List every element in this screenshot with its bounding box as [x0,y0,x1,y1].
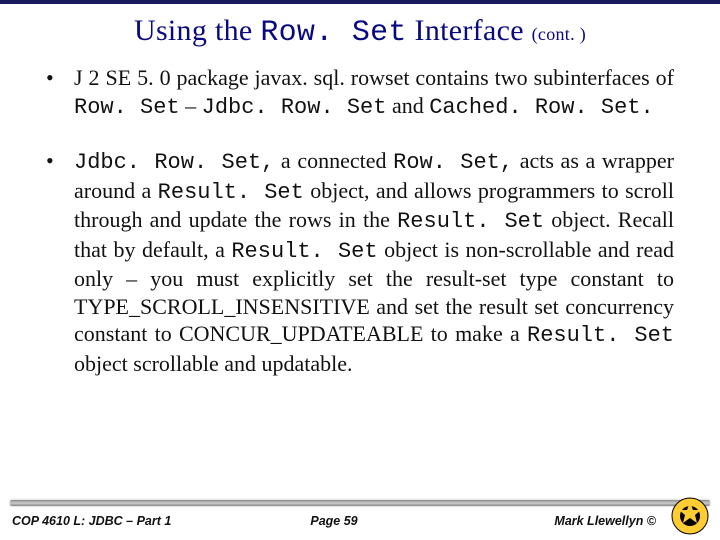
bullet-item: J 2 SE 5. 0 package javax. sql. rowset c… [46,64,674,121]
footer-right: Mark Llewellyn © [441,514,708,528]
mono-text: Result. Set [158,180,304,205]
mono-text: Row. Set, [393,150,513,175]
mono-text: Result. Set [527,323,674,348]
title-post: Interface [407,14,532,47]
footer: COP 4610 L: JDBC – Part 1 Page 59 Mark L… [0,508,720,534]
body-text: a connected [274,148,393,173]
bullet-item: Jdbc. Row. Set, a connected Row. Set, ac… [46,147,674,377]
body-text: and [386,93,429,118]
mono-text: Jdbc. Row. Set [202,95,387,120]
footer-divider [10,500,710,506]
slide-body: J 2 SE 5. 0 package javax. sql. rowset c… [0,64,720,377]
bullet-list: J 2 SE 5. 0 package javax. sql. rowset c… [46,64,674,377]
mono-text: Result. Set [397,209,544,234]
body-text: object scrollable and updatable. [74,351,353,376]
footer-center: Page 59 [227,514,442,528]
ucf-logo [670,496,710,536]
body-text: – [180,93,202,118]
title-pre: Using the [134,14,260,47]
slide: Using the Row. Set Interface (cont. ) J … [0,0,720,540]
mono-text: Result. Set [231,239,377,264]
slide-title: Using the Row. Set Interface (cont. ) [40,14,680,50]
body-text: J 2 SE 5. 0 package javax. sql. rowset c… [74,65,674,90]
mono-text: Cached. Row. Set. [429,95,653,120]
title-mono: Row. Set [260,16,406,50]
title-cont: (cont. ) [532,24,586,44]
footer-left: COP 4610 L: JDBC – Part 1 [12,514,227,528]
mono-text: Jdbc. Row. Set, [74,150,274,175]
mono-text: Row. Set [74,95,180,120]
